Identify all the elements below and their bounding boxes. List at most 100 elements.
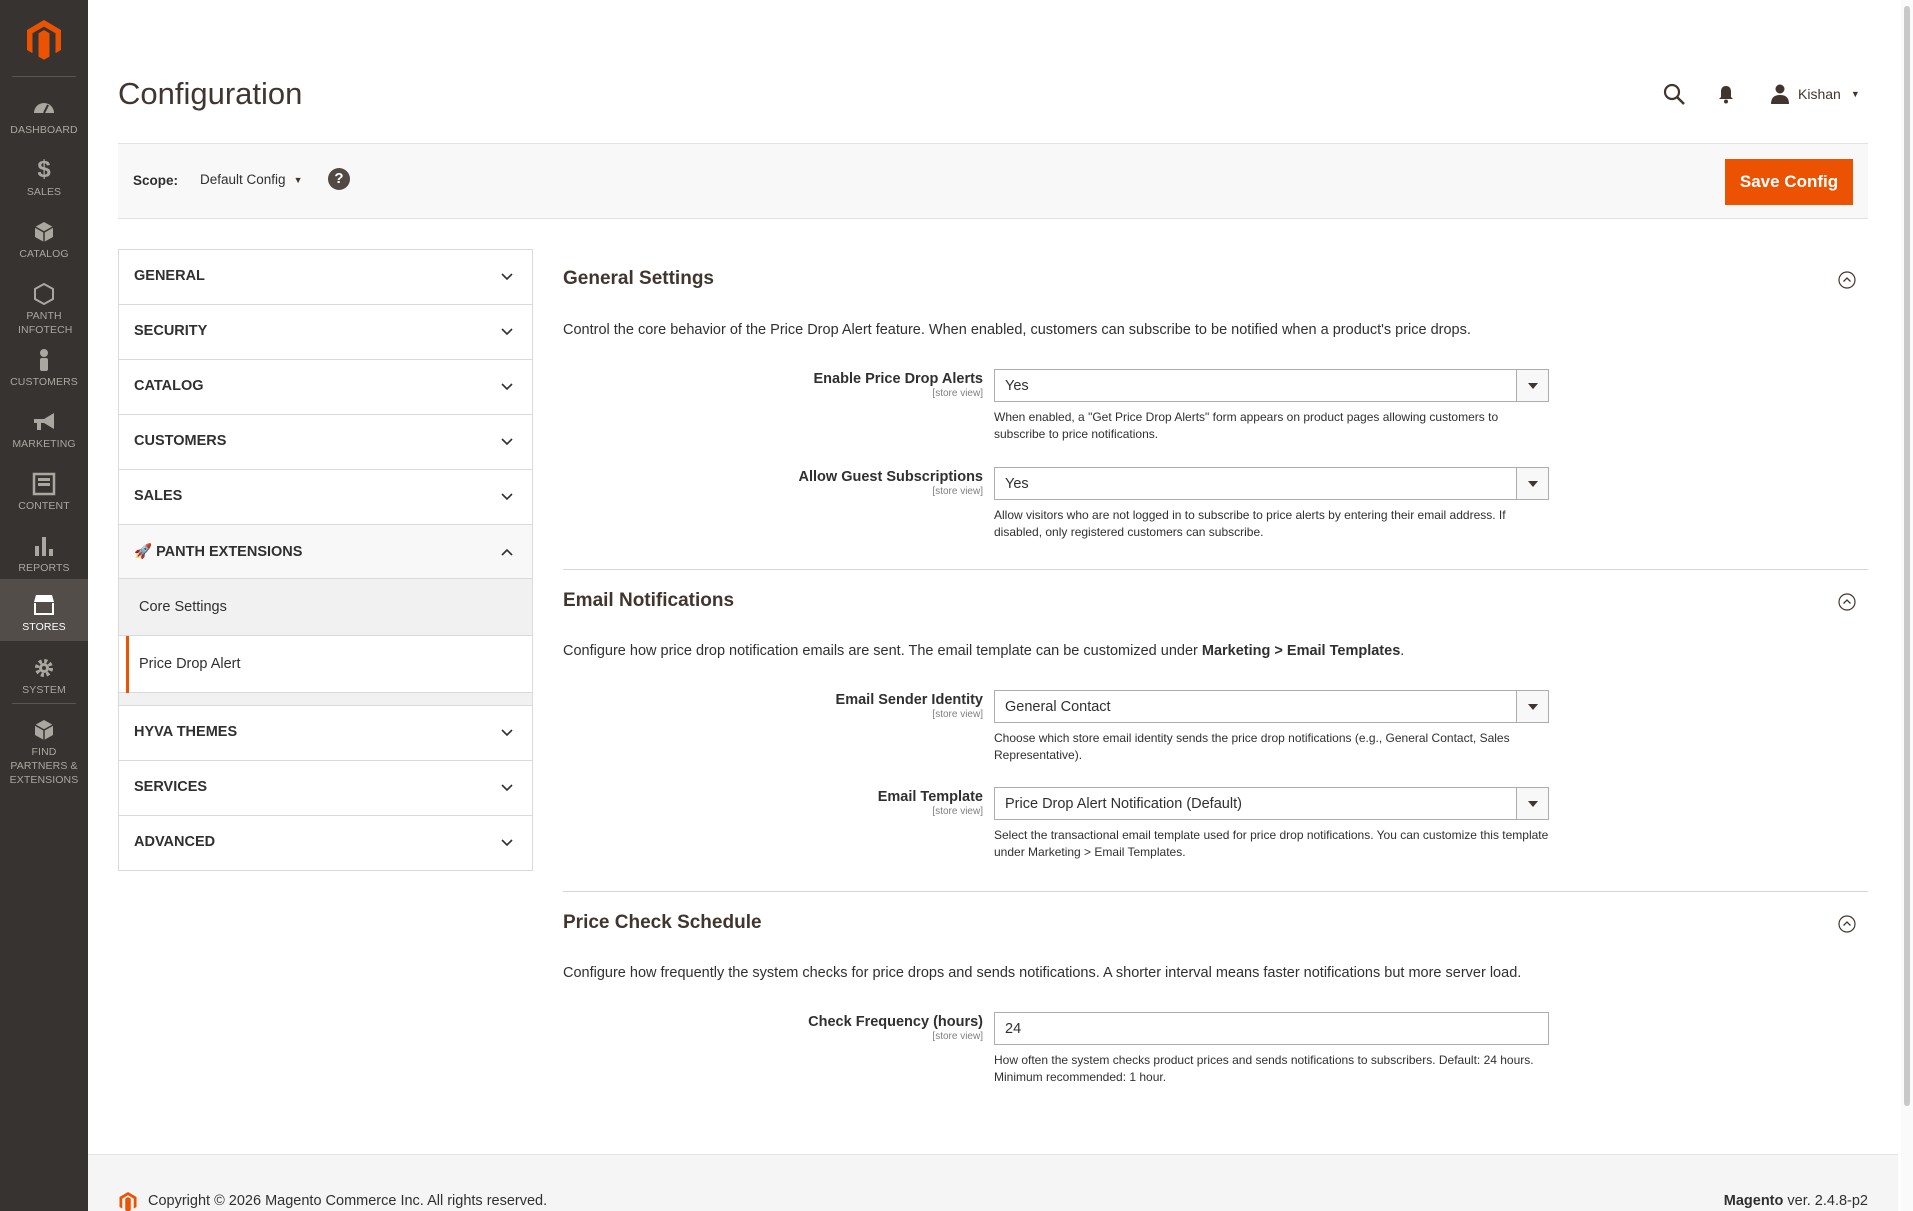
- chevron-down-icon: ▼: [1850, 89, 1860, 99]
- dropdown-arrow-icon[interactable]: [1516, 691, 1548, 722]
- brand-name: Magento: [1723, 1193, 1784, 1209]
- scope-hint: [store view]: [932, 388, 983, 399]
- allow-guest-subscriptions-select[interactable]: Yes: [994, 467, 1549, 500]
- nav-label: MARKETING: [12, 438, 76, 450]
- field-label: Email Sender Identity [store view]: [563, 692, 983, 720]
- chevron-down-icon: [501, 729, 513, 737]
- section-title[interactable]: Price Check Schedule: [563, 912, 762, 934]
- nav-item-system[interactable]: SYSTEM: [0, 648, 88, 710]
- nav-item-dashboard[interactable]: DASHBOARD: [0, 88, 88, 150]
- page-scrollbar[interactable]: [1901, 0, 1913, 1211]
- tab-services[interactable]: SERVICES: [118, 760, 533, 815]
- page-title: Configuration: [118, 76, 303, 111]
- collapse-icon[interactable]: [1838, 593, 1856, 611]
- tab-customers[interactable]: CUSTOMERS: [118, 414, 533, 469]
- tab-title: 🚀 PANTH EXTENSIONS: [134, 544, 303, 560]
- nav-item-panth-infotech[interactable]: PANTH INFOTECH: [0, 274, 88, 342]
- description-text: Configure how price drop notification em…: [563, 643, 1202, 659]
- tab-title: HYVA THEMES: [134, 724, 238, 740]
- nav-item-find-partners[interactable]: FIND PARTNERS & EXTENSIONS: [0, 710, 88, 786]
- tab-children: Core Settings Price Drop Alert: [119, 579, 532, 705]
- tab-item-label: Core Settings: [139, 599, 227, 615]
- tab-hyva-themes[interactable]: HYVA THEMES: [118, 705, 533, 760]
- save-config-button[interactable]: Save Config: [1725, 159, 1853, 205]
- search-icon[interactable]: [1662, 82, 1686, 106]
- scrollbar-thumb[interactable]: [1904, 6, 1910, 1106]
- enable-price-drop-alerts-select[interactable]: Yes: [994, 369, 1549, 402]
- tab-item-label: Price Drop Alert: [139, 656, 241, 672]
- chevron-down-icon: [501, 328, 513, 336]
- section-title[interactable]: Email Notifications: [563, 590, 734, 612]
- admin-menu: DASHBOARD $ SALES CATALOG PANTH INFOTECH…: [0, 0, 88, 1211]
- scope-switcher[interactable]: Default Config ▼: [200, 172, 302, 187]
- field-label: Enable Price Drop Alerts [store view]: [563, 371, 984, 399]
- tab-header[interactable]: GENERAL: [119, 250, 532, 304]
- chevron-down-icon: [501, 839, 513, 847]
- tab-catalog[interactable]: CATALOG: [118, 359, 533, 414]
- scope-hint: [store view]: [932, 709, 983, 720]
- label-enable-price-drop-alerts: Enable Price Drop Alerts: [813, 371, 984, 387]
- tab-header[interactable]: CATALOG: [119, 360, 532, 414]
- magento-logo-icon[interactable]: [24, 18, 64, 62]
- tab-header[interactable]: ADVANCED: [119, 816, 532, 870]
- cube-icon: [34, 222, 54, 242]
- user-name: Kishan: [1798, 86, 1841, 102]
- layout-icon: [32, 472, 56, 496]
- label-check-frequency: Check Frequency (hours): [808, 1014, 983, 1030]
- tab-header[interactable]: HYVA THEMES: [119, 706, 532, 760]
- label-email-template: Email Template: [877, 789, 983, 805]
- section-title[interactable]: General Settings: [563, 268, 714, 290]
- tab-panth-extensions[interactable]: 🚀 PANTH EXTENSIONS Core Settings Price D…: [118, 524, 533, 705]
- magento-logo-icon: [119, 1192, 137, 1211]
- nav-label: PANTH INFOTECH: [18, 310, 73, 336]
- version-number: ver. 2.4.8-p2: [1783, 1193, 1868, 1209]
- tab-sales[interactable]: SALES: [118, 469, 533, 524]
- check-frequency-input[interactable]: 24: [994, 1012, 1549, 1045]
- description-bold: Marketing > Email Templates: [1201, 643, 1401, 659]
- chevron-down-icon: [501, 493, 513, 501]
- hexagon-icon: [34, 282, 54, 306]
- dropdown-arrow-icon[interactable]: [1516, 370, 1548, 401]
- tab-advanced[interactable]: ADVANCED: [118, 815, 533, 871]
- collapse-icon[interactable]: [1838, 915, 1856, 933]
- nav-item-sales[interactable]: $ SALES: [0, 150, 88, 212]
- tab-general[interactable]: GENERAL: [118, 249, 533, 304]
- chevron-down-icon: [501, 273, 513, 281]
- nav-item-marketing[interactable]: MARKETING: [0, 402, 88, 464]
- dropdown-arrow-icon[interactable]: [1516, 468, 1548, 499]
- nav-item-catalog[interactable]: CATALOG: [0, 212, 88, 274]
- nav-label: CUSTOMERS: [10, 376, 78, 388]
- section-email-notifications: Email Notifications Configure how price …: [563, 570, 1868, 892]
- megaphone-icon: [34, 413, 54, 430]
- tab-header[interactable]: 🚀 PANTH EXTENSIONS: [119, 525, 532, 579]
- version-text: Magento ver. 2.4.8-p2: [1724, 1193, 1868, 1209]
- scope-hint: [store view]: [932, 1031, 983, 1042]
- chevron-down-icon: [501, 784, 513, 792]
- tab-security[interactable]: SECURITY: [118, 304, 533, 359]
- nav-item-stores[interactable]: STORES: [0, 579, 88, 641]
- tab-header[interactable]: CUSTOMERS: [119, 415, 532, 469]
- tab-item-core-settings[interactable]: Core Settings: [119, 579, 532, 636]
- tab-title: CUSTOMERS: [134, 433, 227, 449]
- nav-label: STORES: [22, 621, 66, 633]
- tab-header[interactable]: SERVICES: [119, 761, 532, 815]
- config-main: General Settings Control the core behavi…: [563, 249, 1868, 1112]
- tab-header[interactable]: SECURITY: [119, 305, 532, 359]
- email-sender-identity-select[interactable]: General Contact: [994, 690, 1549, 723]
- tab-item-price-drop-alert[interactable]: Price Drop Alert: [119, 636, 532, 693]
- field-note: Allow visitors who are not logged in to …: [994, 508, 1506, 539]
- select-value: Yes: [1005, 378, 1029, 394]
- email-template-select[interactable]: Price Drop Alert Notification (Default): [994, 787, 1549, 820]
- notifications-bell-icon[interactable]: [1716, 84, 1736, 104]
- nav-label: CATALOG: [19, 248, 69, 260]
- admin-user-menu[interactable]: Kishan ▼: [1770, 82, 1860, 106]
- tab-header[interactable]: SALES: [119, 470, 532, 524]
- page-footer: Copyright © 2026 Magento Commerce Inc. A…: [88, 1154, 1898, 1211]
- dropdown-arrow-icon[interactable]: [1516, 788, 1548, 819]
- section-price-check-schedule: Price Check Schedule Configure how frequ…: [563, 892, 1868, 1112]
- nav-item-content[interactable]: CONTENT: [0, 464, 88, 526]
- nav-item-customers[interactable]: CUSTOMERS: [0, 340, 88, 402]
- label-allow-guest-subscriptions: Allow Guest Subscriptions: [798, 469, 984, 485]
- help-icon[interactable]: ?: [328, 168, 350, 190]
- collapse-icon[interactable]: [1838, 271, 1856, 289]
